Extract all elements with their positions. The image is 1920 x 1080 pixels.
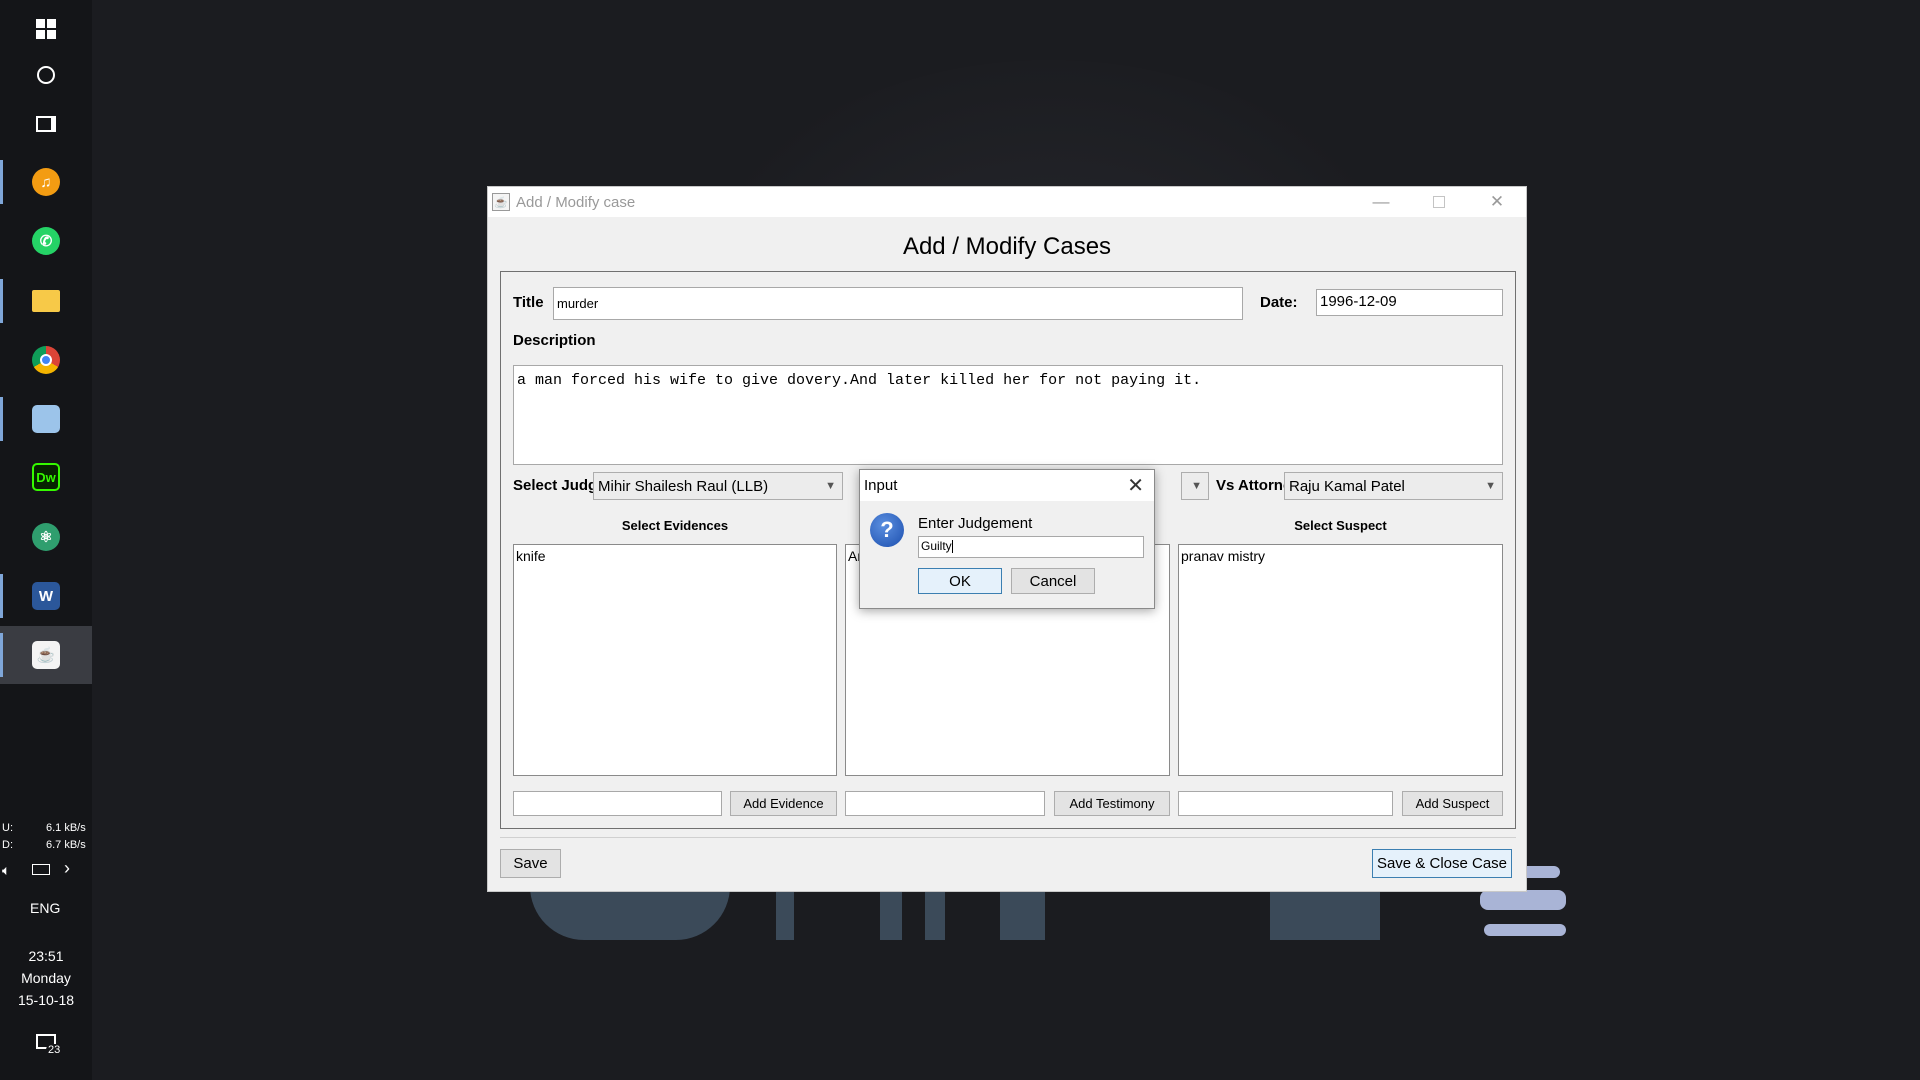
taskbar-item-music[interactable]: ♫ — [0, 153, 92, 211]
java-app-icon: ☕ — [32, 641, 60, 669]
close-icon: ✕ — [1127, 475, 1144, 497]
evidences-list[interactable]: knife — [513, 544, 837, 776]
word-icon: W — [32, 582, 60, 610]
task-view-icon — [36, 116, 56, 132]
chevron-down-icon: ▼ — [825, 480, 836, 492]
title-input[interactable]: murder — [553, 287, 1243, 320]
taskbar-item-file-explorer[interactable] — [0, 272, 92, 330]
volume-icon[interactable]: 🔈︎ — [2, 862, 10, 879]
suspect-header: Select Suspect — [1294, 518, 1387, 533]
music-app-icon: ♫ — [32, 168, 60, 196]
cancel-button[interactable]: Cancel — [1011, 568, 1095, 594]
save-button[interactable]: Save — [500, 849, 561, 878]
testimony-select[interactable]: ▼ — [1181, 472, 1209, 500]
java-app-icon: ☕ — [492, 193, 510, 211]
evidence-input[interactable] — [513, 791, 722, 816]
ok-button[interactable]: OK — [918, 568, 1002, 594]
wallpaper-shape — [925, 886, 945, 940]
divider — [500, 837, 1516, 838]
list-item[interactable]: knife — [516, 548, 834, 564]
input-dialog: Input ✕ ? Enter Judgement Guilty OK Canc… — [859, 469, 1155, 609]
date-input[interactable]: 1996-12-09 — [1316, 289, 1503, 316]
wallpaper-shape — [1484, 924, 1566, 936]
close-button[interactable]: ✕ — [1468, 187, 1526, 217]
clock-day: Monday — [21, 970, 71, 986]
date-label: Date: — [1260, 294, 1298, 311]
judgement-input[interactable]: Guilty — [918, 536, 1144, 558]
dreamweaver-icon: Dw — [32, 463, 60, 491]
file-explorer-icon — [32, 290, 60, 312]
clock-time[interactable]: 23:51 — [0, 948, 92, 964]
attorney-select[interactable]: Raju Kamal Patel ▼ — [1284, 472, 1503, 500]
title-label: Title — [513, 294, 544, 311]
taskbar: ♫ ✆ Dw ⚛ W ☕ U: 6.1 kB/s D: 6.7 kB/s 🔈︎ … — [0, 0, 92, 1080]
wallpaper-shape — [1480, 890, 1566, 910]
description-textarea[interactable]: a man forced his wife to give dovery.And… — [513, 365, 1503, 465]
task-view-button[interactable] — [0, 95, 92, 153]
whatsapp-icon: ✆ — [32, 227, 60, 255]
cortana-search-icon — [37, 66, 55, 84]
chevron-down-icon: ▼ — [1485, 480, 1496, 492]
minimize-icon: — — [1372, 192, 1390, 211]
taskbar-item-dreamweaver[interactable]: Dw — [0, 448, 92, 506]
taskbar-item-java-app[interactable]: ☕ — [0, 626, 92, 684]
text-cursor — [951, 540, 953, 554]
maximize-button[interactable] — [1410, 187, 1468, 217]
atom-icon: ⚛ — [32, 523, 60, 551]
wallpaper-shape — [530, 886, 730, 940]
chevron-down-icon: ▼ — [1191, 480, 1202, 492]
dialog-prompt: Enter Judgement — [918, 515, 1033, 532]
dialog-close-button[interactable]: ✕ — [1127, 473, 1144, 498]
judge-label: Select Judge — [513, 477, 606, 494]
cube-app-icon — [32, 405, 60, 433]
clock-date: 15-10-18 — [17, 992, 75, 1008]
chrome-icon — [32, 346, 60, 374]
suspects-list[interactable]: pranav mistry — [1178, 544, 1503, 776]
save-close-case-button[interactable]: Save & Close Case — [1372, 849, 1512, 878]
add-evidence-button[interactable]: Add Evidence — [730, 791, 837, 816]
dialog-titlebar[interactable]: Input ✕ — [860, 470, 1154, 501]
suspect-input[interactable] — [1178, 791, 1393, 816]
list-item[interactable]: pranav mistry — [1181, 548, 1500, 564]
language-indicator[interactable]: ENG — [30, 900, 60, 916]
net-upload-speed: 6.1 kB/s — [46, 822, 86, 834]
judge-select-value: Mihir Shailesh Raul (LLB) — [598, 477, 769, 495]
close-icon: ✕ — [1489, 192, 1505, 211]
net-download-label: D: — [2, 839, 13, 851]
attorney-select-value: Raju Kamal Patel — [1289, 477, 1405, 495]
wallpaper-shape — [1000, 886, 1045, 940]
notification-count: 23 — [46, 1044, 63, 1056]
page-title: Add / Modify Cases — [902, 233, 1112, 260]
judge-select[interactable]: Mihir Shailesh Raul (LLB) ▼ — [593, 472, 843, 500]
dialog-title: Input — [864, 477, 898, 494]
maximize-icon — [1433, 196, 1445, 208]
judgement-input-value: Guilty — [921, 539, 952, 553]
evidences-header: Select Evidences — [621, 518, 729, 533]
taskbar-item-whatsapp[interactable]: ✆ — [0, 212, 92, 270]
taskbar-item-atom[interactable]: ⚛ — [0, 508, 92, 566]
wallpaper-shape — [776, 886, 794, 940]
window-title: Add / Modify case — [516, 193, 636, 211]
net-download-speed: 6.7 kB/s — [46, 839, 86, 851]
minimize-button[interactable]: — — [1352, 187, 1410, 217]
wallpaper-shape — [1270, 886, 1380, 940]
net-upload-label: U: — [2, 822, 13, 834]
add-suspect-button[interactable]: Add Suspect — [1402, 791, 1503, 816]
window-titlebar[interactable]: ☕ Add / Modify case — ✕ — [488, 187, 1526, 217]
testimony-input[interactable] — [845, 791, 1045, 816]
battery-icon[interactable] — [32, 864, 50, 875]
description-label: Description — [513, 332, 596, 349]
taskbar-item-cube-app[interactable] — [0, 390, 92, 448]
taskbar-item-word[interactable]: W — [0, 567, 92, 625]
wallpaper-shape — [880, 886, 902, 940]
chevron-right-icon[interactable]: › — [64, 858, 70, 879]
windows-start-icon — [36, 19, 56, 39]
question-icon: ? — [870, 513, 904, 547]
add-testimony-button[interactable]: Add Testimony — [1054, 791, 1170, 816]
taskbar-item-chrome[interactable] — [0, 331, 92, 389]
